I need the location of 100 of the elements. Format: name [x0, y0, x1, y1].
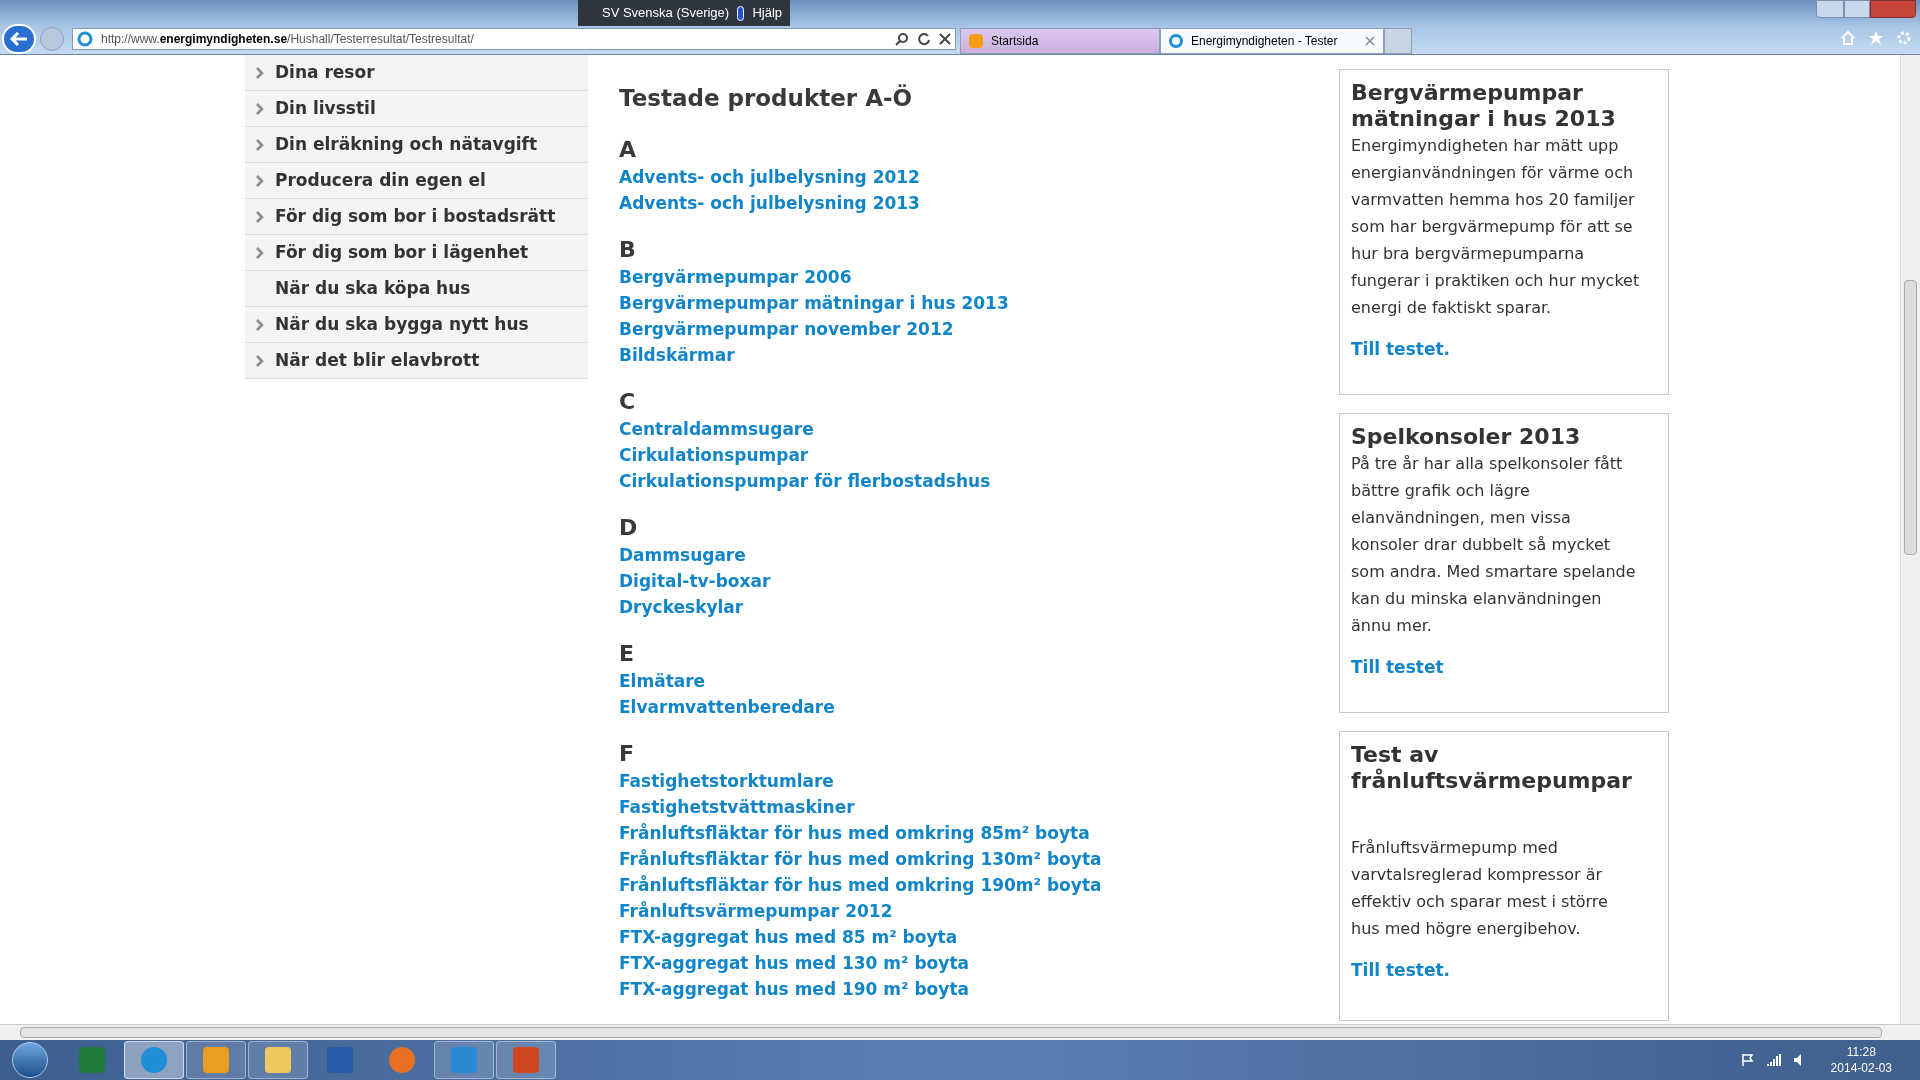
page-heading: Testade produkter A-Ö: [619, 83, 913, 113]
card-text: Energimyndigheten har mätt upp energianvändningen för värme och varmvatten hemma hos 20 familjer som har bergvärmepump för att se hur bra bergvärmepumparna fungerar i praktiken och hur mycket energi de faktiskt sparar.: [1351, 135, 1641, 319]
product-link[interactable]: Centraldammsugare: [619, 415, 814, 442]
new-tab-button[interactable]: [1384, 28, 1412, 54]
url-text: http://www.energimyndigheten.se/Hushall/Testerresultat/Testresultat/: [101, 31, 475, 48]
chevron-icon: [254, 246, 266, 259]
card-text: Frånluftsvärmepump med varvtalsreglerad kompressor är effektiv och sparar mest i större hus med högre energibehov.: [1351, 837, 1609, 940]
sidebar-item[interactable]: För dig som bor i lägenhet: [245, 235, 588, 271]
product-link[interactable]: Dammsugare: [619, 541, 746, 568]
product-link[interactable]: FTX-aggregat hus med 130 m² boyta: [619, 949, 969, 976]
page-icon: [1169, 34, 1183, 48]
minimize-button[interactable]: [1816, 0, 1844, 18]
page-icon: [77, 31, 93, 47]
maximize-button[interactable]: [1844, 0, 1870, 18]
product-link[interactable]: Frånluftsvärmepumpar 2012: [619, 897, 893, 924]
sidebar-item[interactable]: För dig som bor i bostadsrätt: [245, 199, 588, 235]
product-link[interactable]: Bergvärmepumpar mätningar i hus 2013: [619, 289, 1009, 316]
sidebar-item[interactable]: När du ska köpa hus: [245, 271, 588, 307]
flag-icon[interactable]: [1740, 1053, 1755, 1067]
back-button[interactable]: [2, 24, 36, 54]
help-icon[interactable]: [737, 5, 745, 21]
product-link[interactable]: Advents- och julbelysning 2012: [619, 163, 920, 190]
grid-icon: [969, 34, 983, 48]
address-bar[interactable]: http://www.energimyndigheten.se/Hushall/Testerresultat/Testresultat/: [72, 28, 956, 50]
horizontal-scrollbar[interactable]: [0, 1024, 1920, 1040]
letter-heading: D: [619, 513, 638, 542]
product-link[interactable]: Cirkulationspumpar för flerbostadshus: [619, 467, 991, 494]
clock-time[interactable]: 11:28: [1846, 1044, 1876, 1060]
card-link[interactable]: Till testet.: [1351, 958, 1450, 984]
media-app-icon: [389, 1047, 415, 1073]
browser-tab[interactable]: Startsida: [960, 28, 1160, 54]
taskbar-button[interactable]: [496, 1041, 556, 1079]
card-text: På tre år har alla spelkonsoler fått bättre grafik och lägre elanvändningen, men vissa konsoler drar dubbelt så mycket som andra. Med smartare spelande kan du minska elanvändningen ännu mer.: [1351, 453, 1637, 637]
slides-app-icon: [513, 1047, 539, 1073]
product-link[interactable]: Frånluftsfläktar för hus med omkring 85m² boyta: [619, 819, 1090, 846]
product-link[interactable]: Digital-tv-boxar: [619, 567, 771, 594]
letter-heading: E: [619, 639, 635, 668]
product-link[interactable]: Bergvärmepumpar 2006: [619, 263, 852, 290]
taskbar-button[interactable]: [124, 1041, 184, 1079]
start-button[interactable]: [12, 1042, 48, 1078]
product-link[interactable]: Bergvärmepumpar november 2012: [619, 315, 954, 342]
product-link[interactable]: FTX-aggregat hus med 190 m² boyta: [619, 975, 969, 1002]
chevron-icon: [254, 138, 266, 151]
mail-app-icon: [203, 1047, 229, 1073]
clock-date[interactable]: 2014-02-03: [1830, 1060, 1892, 1076]
chevron-icon: [254, 102, 266, 115]
product-link[interactable]: Elvarmvattenberedare: [619, 693, 835, 720]
product-link[interactable]: Cirkulationspumpar: [619, 441, 809, 468]
settings-icon[interactable]: [1896, 30, 1912, 46]
help-label[interactable]: Hjälp: [752, 3, 782, 23]
sidebar-item[interactable]: Producera din egen el: [245, 163, 588, 199]
sidebar-item[interactable]: När det blir elavbrott: [245, 343, 588, 379]
arrow-icon: [10, 32, 28, 46]
document-app-icon: [327, 1047, 353, 1073]
folder-app-icon: [265, 1047, 291, 1073]
product-link[interactable]: Frånluftsfläktar för hus med omkring 190m² boyta: [619, 871, 1102, 898]
product-link[interactable]: Advents- och julbelysning 2013: [619, 189, 920, 216]
product-link[interactable]: FTX-aggregat hus med 85 m² boyta: [619, 923, 958, 950]
chevron-icon: [254, 174, 266, 187]
sidebar-item[interactable]: Din elräkning och nätavgift: [245, 127, 588, 163]
card-title: Test av frånluftsvärmepumpar: [1351, 742, 1633, 794]
letter-heading: C: [619, 387, 636, 416]
search-icon[interactable]: [895, 32, 909, 46]
sidebar-item[interactable]: När du ska bygga nytt hus: [245, 307, 588, 343]
card-link[interactable]: Till testet.: [1351, 337, 1450, 363]
chat-app-icon: [451, 1047, 477, 1073]
letter-heading: A: [619, 135, 637, 164]
refresh-icon[interactable]: [917, 32, 931, 46]
scrollbar-thumb[interactable]: [1904, 280, 1917, 555]
product-link[interactable]: Fastighetstvättmaskiner: [619, 793, 855, 820]
product-link[interactable]: Elmätare: [619, 667, 706, 694]
sidebar-item[interactable]: Din livsstil: [245, 91, 588, 127]
spreadsheet-app-icon: [79, 1047, 105, 1073]
letter-heading: F: [619, 739, 635, 768]
chevron-icon: [254, 354, 266, 367]
forward-button[interactable]: [40, 27, 64, 51]
sidebar-item[interactable]: Dina resor: [245, 55, 588, 91]
star-icon[interactable]: [1868, 30, 1884, 46]
chevron-icon: [254, 66, 266, 79]
browser-tab[interactable]: Energimyndigheten - Tester: [1160, 28, 1384, 54]
stop-icon[interactable]: [939, 33, 951, 45]
chevron-icon: [254, 318, 266, 331]
taskbar-button[interactable]: [434, 1041, 494, 1079]
taskbar-button[interactable]: [248, 1041, 308, 1079]
product-link[interactable]: Frånluftsfläktar för hus med omkring 130m² boyta: [619, 845, 1102, 872]
letter-heading: B: [619, 235, 636, 264]
card-link[interactable]: Till testet: [1351, 655, 1444, 681]
home-icon[interactable]: [1840, 30, 1856, 46]
close-icon[interactable]: [1365, 36, 1375, 46]
language-label[interactable]: SV Svenska (Sverige): [602, 3, 730, 23]
vertical-scrollbar[interactable]: [1900, 55, 1920, 1024]
product-link[interactable]: Dryckeskylar: [619, 593, 744, 620]
taskbar-button[interactable]: [186, 1041, 246, 1079]
browser-app-icon: [141, 1047, 167, 1073]
product-link[interactable]: Bildskärmar: [619, 341, 735, 368]
scrollbar-thumb[interactable]: [20, 1027, 1882, 1038]
signal-icon[interactable]: [1766, 1053, 1781, 1067]
close-button[interactable]: [1870, 0, 1916, 18]
product-link[interactable]: Fastighetstorktumlare: [619, 767, 834, 794]
card-title: Spelkonsoler 2013: [1351, 424, 1582, 450]
